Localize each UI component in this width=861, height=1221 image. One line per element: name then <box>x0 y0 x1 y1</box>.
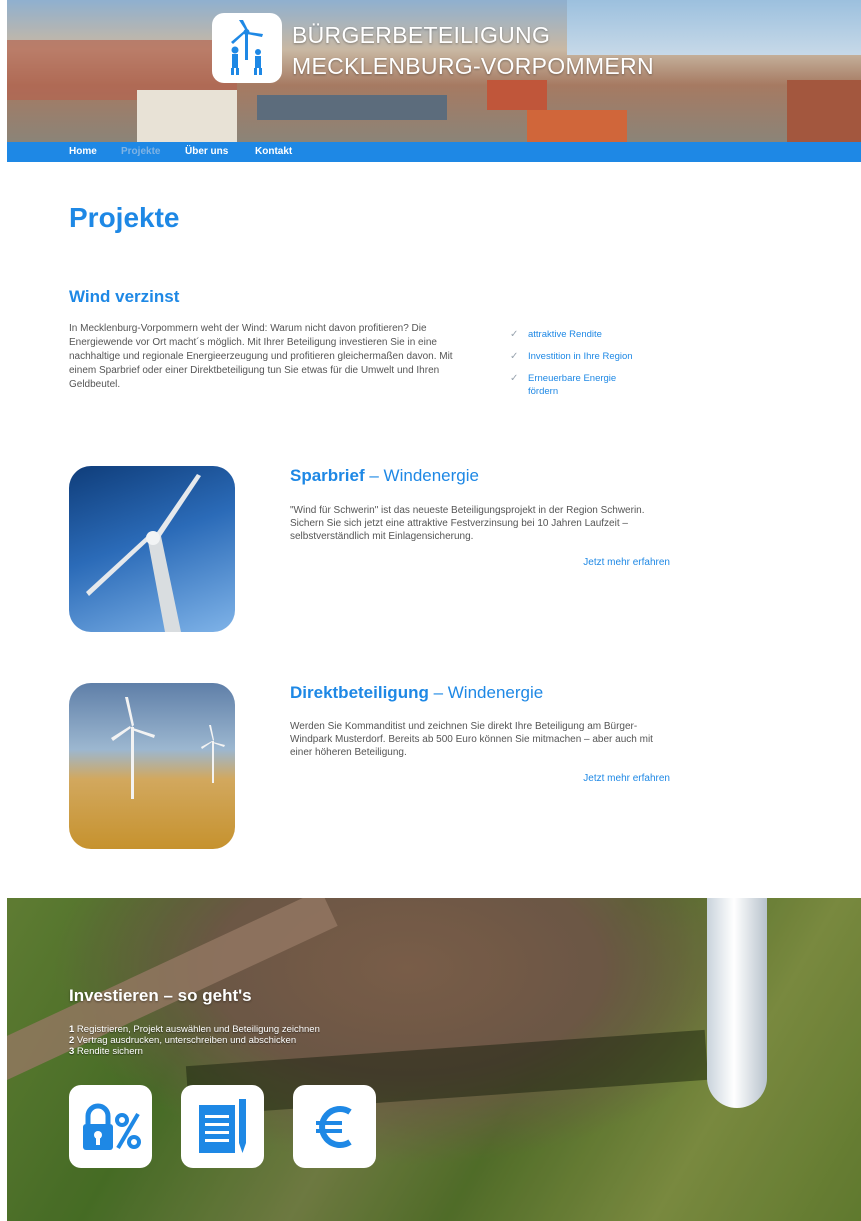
nav-kontakt[interactable]: Kontakt <box>255 146 292 157</box>
direktbeteiligung-image[interactable] <box>69 683 235 849</box>
nav-ueber-uns[interactable]: Über uns <box>185 146 228 157</box>
rooftop-red <box>487 80 547 110</box>
direktbeteiligung-text: Werden Sie Kommanditist und zeichnen Sie… <box>290 721 653 758</box>
step-contract-button[interactable] <box>181 1085 264 1168</box>
benefit-label: Investition in Ihre Region <box>528 351 633 362</box>
check-icon: ✓ <box>510 351 519 362</box>
wind-turbine-closeup-icon <box>86 474 201 632</box>
header-banner: BÜRGERBETEILIGUNG MECKLENBURG-VORPOMMERN <box>7 0 861 142</box>
site-title[interactable]: BÜRGERBETEILIGUNG MECKLENBURG-VORPOMMERN <box>292 20 654 82</box>
step-item: 3 Rendite sichern <box>69 1046 320 1057</box>
page-title: Projekte <box>69 202 180 233</box>
logo[interactable] <box>212 13 282 83</box>
step-text: Registrieren, Projekt auswählen und Bete… <box>74 1024 320 1035</box>
intro-text: In Mecklenburg-Vorpommern weht der Wind:… <box>69 323 453 390</box>
check-icon: ✓ <box>510 373 519 384</box>
step-text: Vertrag ausdrucken, unterschreiben und a… <box>74 1035 297 1046</box>
step-text: Rendite sichern <box>74 1046 143 1057</box>
building-white <box>137 90 237 142</box>
sparbrief-title-rest: – Windenergie <box>364 466 479 485</box>
building-brick <box>787 80 861 142</box>
site-title-line2: MECKLENBURG-VORPOMMERN <box>292 53 654 79</box>
benefits-list: ✓ attraktive Rendite ✓ Investition in Ih… <box>510 328 690 407</box>
benefit-label: attraktive Rendite <box>528 329 602 340</box>
sparbrief-title-bold: Sparbrief <box>290 466 365 485</box>
benefit-label: Erneuerbare Energie fördern <box>528 373 617 397</box>
wind-turbine-family-icon <box>231 20 263 75</box>
wind-farm-icon <box>111 697 225 799</box>
sparbrief-text: "Wind für Schwerin" ist das neueste Bete… <box>290 505 645 542</box>
percent-lock-icon <box>82 1103 141 1150</box>
benefit-item: ✓ Investition in Ihre Region <box>510 350 690 363</box>
section-title: Wind verzinst <box>69 287 180 306</box>
benefit-item: ✓ attraktive Rendite <box>510 328 690 341</box>
turbine-tower <box>707 898 767 1108</box>
contract-document-icon <box>198 1098 246 1153</box>
step-item: 2 Vertrag ausdrucken, unterschreiben und… <box>69 1035 320 1046</box>
benefit-item: ✓ Erneuerbare Energie fördern <box>510 372 690 398</box>
euro-icon <box>315 1105 352 1148</box>
nav-home[interactable]: Home <box>69 146 97 157</box>
direktbeteiligung-title-bold: Direktbeteiligung <box>290 683 429 702</box>
nav-projekte[interactable]: Projekte <box>121 146 160 157</box>
step-return-button[interactable] <box>293 1085 376 1168</box>
invest-background <box>7 898 861 1221</box>
rooftop-orange <box>527 110 627 142</box>
sparbrief-more-link[interactable]: Jetzt mehr erfahren <box>583 557 670 568</box>
invest-steps: 1 Registrieren, Projekt auswählen und Be… <box>69 1024 320 1057</box>
check-icon: ✓ <box>510 329 519 340</box>
site-title-line1: BÜRGERBETEILIGUNG <box>292 22 551 48</box>
direktbeteiligung-title: Direktbeteiligung – Windenergie <box>290 683 543 703</box>
main-nav: Home Projekte Über uns Kontakt <box>7 142 861 162</box>
sparbrief-title: Sparbrief – Windenergie <box>290 466 479 486</box>
sparbrief-image[interactable] <box>69 466 235 632</box>
step-item: 1 Registrieren, Projekt auswählen und Be… <box>69 1024 320 1035</box>
direktbeteiligung-more-link[interactable]: Jetzt mehr erfahren <box>583 773 670 784</box>
rooftop-grey <box>257 95 447 120</box>
direktbeteiligung-title-rest: – Windenergie <box>428 683 544 702</box>
invest-title: Investieren – so geht's <box>69 986 252 1005</box>
step-register-button[interactable] <box>69 1085 152 1168</box>
